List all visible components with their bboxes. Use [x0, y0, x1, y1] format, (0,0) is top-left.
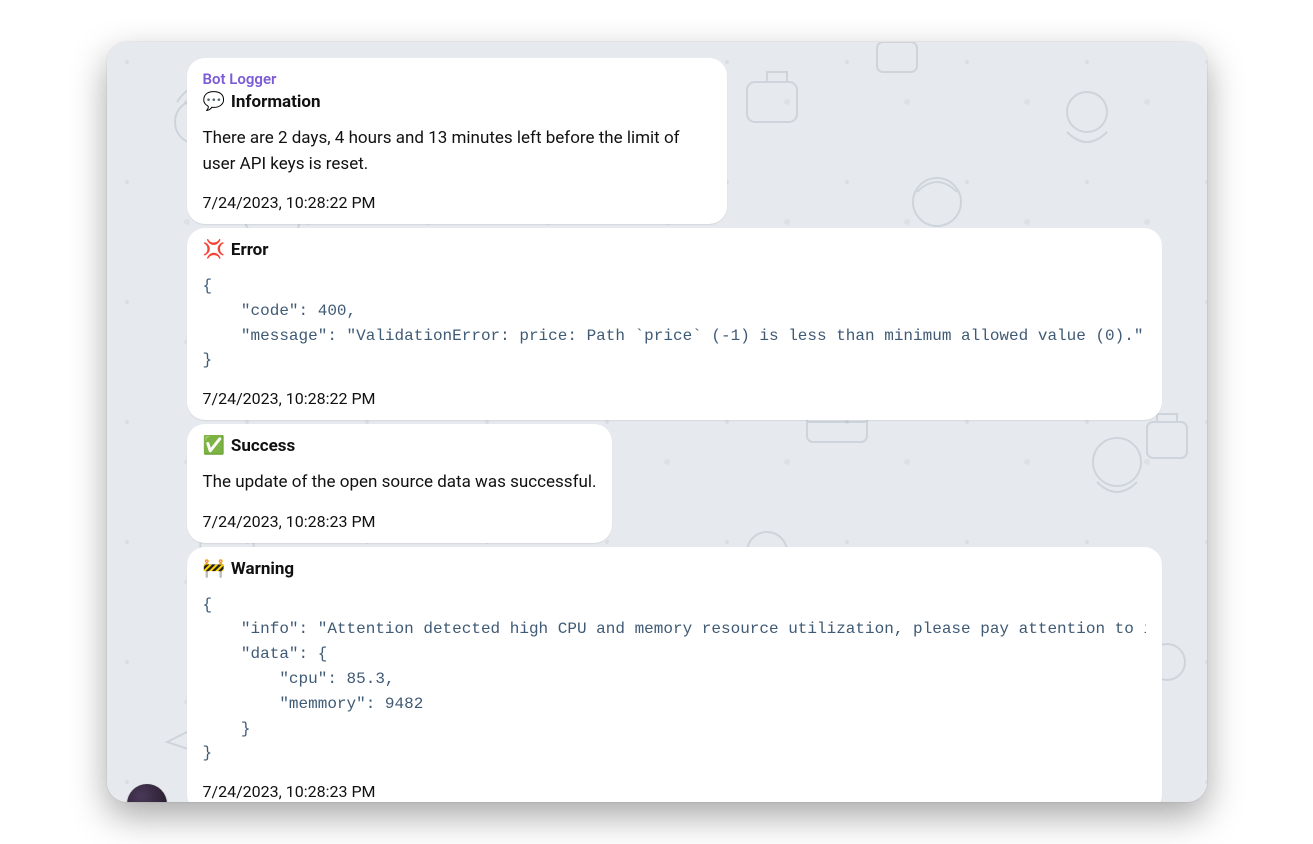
message-information[interactable]: Bot Logger 💬 Information There are 2 day… [187, 58, 727, 224]
message-success[interactable]: ✅ Success The update of the open source … [187, 424, 613, 543]
message-title: 💢 Error [203, 240, 1146, 260]
message-code-block: { "info": "Attention detected high CPU a… [203, 593, 1146, 767]
message-timestamp: 7/24/2023, 10:28:22 PM [203, 389, 1146, 408]
construction-icon: 🚧 [203, 560, 225, 578]
message-title: ✅ Success [203, 436, 597, 456]
speech-bubble-icon: 💬 [203, 93, 225, 111]
sender-name: Bot Logger [203, 70, 711, 88]
error-icon: 💢 [203, 241, 225, 259]
message-title-text: Information [231, 92, 321, 112]
message-timestamp: 7/24/2023, 10:28:22 PM [203, 193, 711, 212]
message-title-text: Warning [231, 559, 294, 579]
chat-window: Bot Logger 💬 Information There are 2 day… [107, 42, 1207, 802]
message-body: There are 2 days, 4 hours and 13 minutes… [203, 126, 711, 177]
messages-list: Bot Logger 💬 Information There are 2 day… [107, 42, 1207, 802]
message-timestamp: 7/24/2023, 10:28:23 PM [203, 782, 1146, 801]
message-warning[interactable]: 🚧 Warning { "info": "Attention detected … [187, 547, 1162, 802]
avatar[interactable] [127, 784, 167, 802]
message-title: 🚧 Warning [203, 559, 1146, 579]
message-code-block: { "code": 400, "message": "ValidationErr… [203, 274, 1146, 373]
message-title-text: Error [231, 240, 269, 260]
message-timestamp: 7/24/2023, 10:28:23 PM [203, 512, 597, 531]
message-error[interactable]: 💢 Error { "code": 400, "message": "Valid… [187, 228, 1162, 420]
message-title-text: Success [231, 436, 295, 456]
message-body: The update of the open source data was s… [203, 470, 597, 496]
checkmark-icon: ✅ [203, 437, 225, 455]
message-title: 💬 Information [203, 92, 711, 112]
